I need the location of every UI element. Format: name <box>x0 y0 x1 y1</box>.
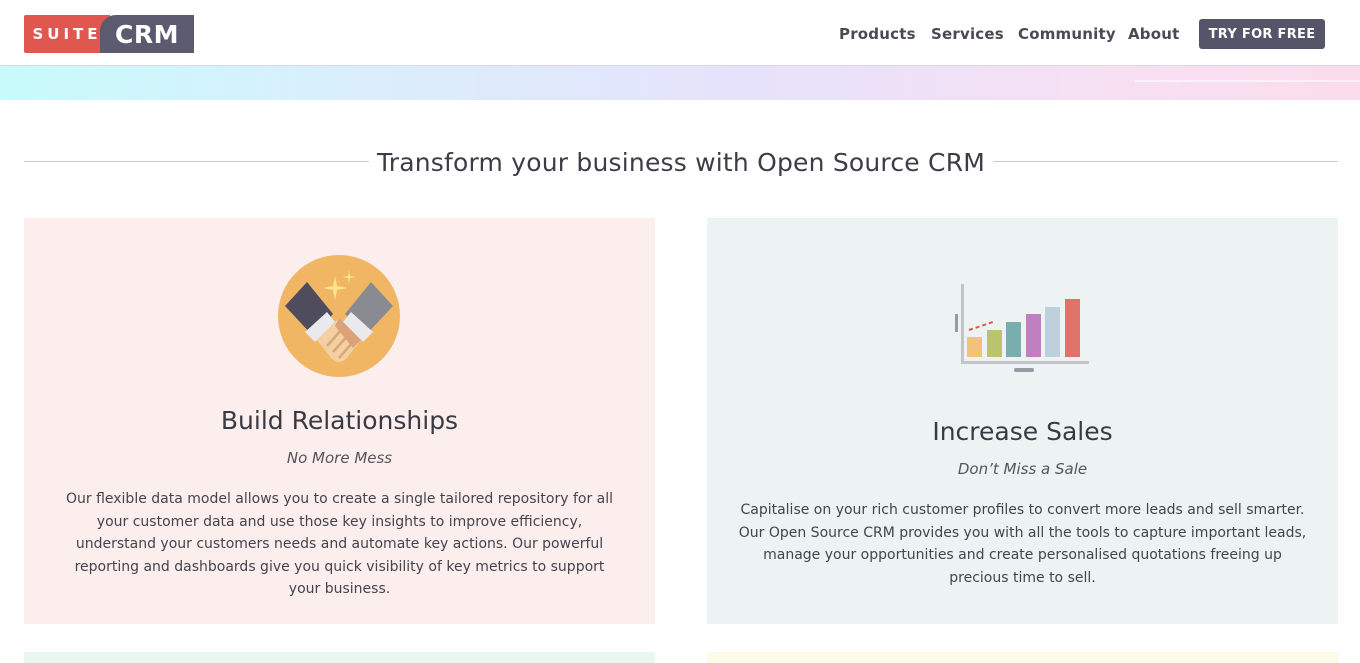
feature-card-increase-sales: Increase Sales Don’t Miss a Sale Capital… <box>707 218 1338 624</box>
card-body: Capitalise on your rich customer profile… <box>738 502 1307 586</box>
nav-about[interactable]: About <box>1128 25 1180 43</box>
nav-community[interactable]: Community <box>1018 25 1116 43</box>
feature-card-build-relationships: Build Relationships No More Mess Our fle… <box>24 218 655 624</box>
gradient-banner <box>0 66 1360 100</box>
card-subtitle: No More Mess <box>286 449 393 467</box>
logo-suite-text: SUITE <box>24 15 110 53</box>
card-title: Build Relationships <box>220 406 459 435</box>
card-body: Our flexible data model allows you to cr… <box>65 491 614 598</box>
card-subtitle: Don’t Miss a Sale <box>957 460 1088 478</box>
banner-line-decoration <box>1135 80 1360 82</box>
next-card-right-edge <box>707 652 1338 663</box>
handshake-icon <box>278 255 400 377</box>
try-for-free-button[interactable]: TRY FOR FREE <box>1199 19 1325 49</box>
suitecrm-logo[interactable]: SUITE CRM <box>24 15 194 53</box>
bar-chart-icon <box>955 284 1089 372</box>
section-title: Transform your business with Open Source… <box>368 148 994 177</box>
card-title: Increase Sales <box>932 417 1113 446</box>
section-heading: Transform your business with Open Source… <box>24 140 1338 186</box>
nav-services[interactable]: Services <box>931 25 1004 43</box>
site-header: SUITE CRM Products Services Community Ab… <box>0 0 1360 66</box>
next-card-left-edge <box>24 652 655 663</box>
logo-crm-text: CRM <box>100 15 194 53</box>
nav-products[interactable]: Products <box>839 25 916 43</box>
